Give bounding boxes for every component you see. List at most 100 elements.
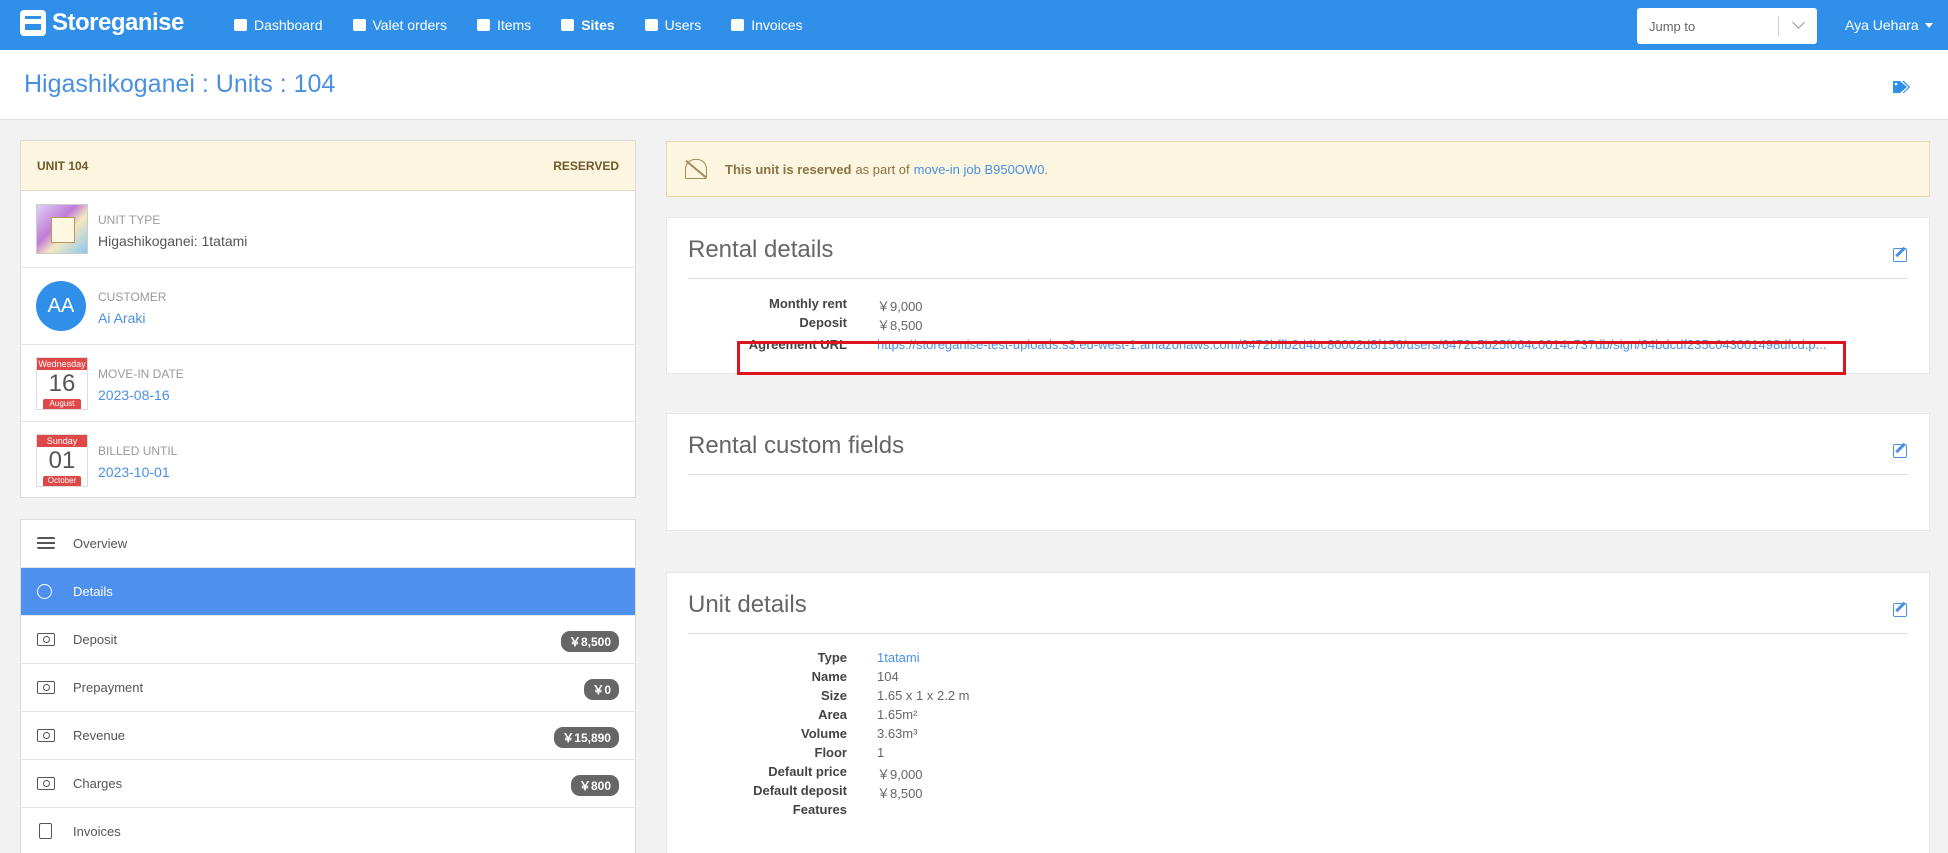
unit-header: UNIT 104 RESERVED — [21, 141, 635, 191]
detail-key: Floor — [814, 745, 848, 760]
caret-down-icon — [1924, 22, 1933, 28]
move-in-job-link[interactable]: move-in job B950OW0 — [914, 162, 1045, 177]
amount-badge: ￥8,500 — [560, 631, 619, 652]
brand-logo[interactable]: Storeganise — [20, 9, 184, 37]
calendar-month: October — [43, 476, 81, 486]
detail-key: Deposit — [799, 315, 847, 330]
detail-row: Deposit ￥8,500 — [667, 315, 1867, 334]
menu-item-label: Charges — [73, 776, 123, 791]
unit-summary-card: UNIT 104 RESERVED UNIT TYPE Higashikogan… — [20, 140, 636, 498]
unit-label: UNIT 104 — [37, 158, 89, 173]
billed-until-date-link[interactable]: 2023-10-01 — [98, 464, 170, 480]
menu-item-prepayment[interactable]: Prepayment ￥0 — [21, 664, 635, 712]
divider — [688, 633, 1908, 634]
alert-end: . — [1044, 161, 1049, 177]
move-in-date-link[interactable]: 2023-08-16 — [98, 387, 170, 403]
detail-row: Area 1.65m² — [667, 707, 1867, 726]
calendar-day: 16 — [48, 370, 76, 397]
unit-details-title: Unit details — [688, 591, 807, 618]
detail-row: Volume 3.63m³ — [667, 726, 1867, 745]
menu-item-revenue[interactable]: Revenue ￥15,890 — [21, 712, 635, 760]
customer-row: AA CUSTOMER Ai Araki — [21, 268, 635, 345]
divider — [688, 278, 1908, 279]
menu-item-label: Deposit — [73, 632, 118, 647]
tags-icon[interactable] — [1892, 80, 1910, 94]
building-icon — [561, 19, 575, 31]
user-name: Aya Uehara — [1845, 17, 1919, 33]
nav-valet-orders[interactable]: Valet orders — [352, 17, 447, 33]
cash-icon — [37, 633, 55, 646]
menu-item-details[interactable]: Details — [21, 568, 635, 616]
detail-row: Floor 1 — [667, 745, 1867, 764]
nav-sites[interactable]: Sites — [561, 17, 615, 33]
reserved-alert: This unit is reserved as part of move-in… — [666, 141, 1930, 197]
divider — [688, 474, 1908, 475]
menu-item-invoices[interactable]: Invoices — [21, 808, 635, 853]
rental-custom-fields-panel: Rental custom fields — [666, 413, 1930, 531]
rental-custom-fields-title: Rental custom fields — [688, 432, 905, 459]
chevron-down-icon[interactable] — [1792, 16, 1805, 29]
user-menu[interactable]: Aya Uehara — [1845, 0, 1933, 50]
edit-icon[interactable] — [1893, 603, 1907, 617]
nav-sites-label: Sites — [581, 17, 615, 33]
menu-item-label: Invoices — [73, 824, 121, 839]
detail-row: Name 104 — [667, 669, 1867, 688]
nav-users-label: Users — [664, 17, 702, 33]
calendar-month: August — [43, 399, 81, 409]
detail-row: Default deposit ￥8,500 — [667, 783, 1867, 802]
jump-to-placeholder: Jump to — [1649, 18, 1696, 34]
detail-row: Type 1tatami — [667, 650, 1867, 669]
detail-value: ￥9,000 — [877, 299, 923, 314]
detail-value: 1 — [877, 745, 885, 760]
calendar-day: 01 — [48, 447, 76, 474]
nav-items[interactable]: Items — [476, 17, 531, 33]
unit-type-label: UNIT TYPE — [98, 213, 161, 227]
detail-key: Default price — [768, 764, 847, 779]
move-in-row: Wednesday 16 August MOVE-IN DATE 2023-08… — [21, 345, 635, 422]
detail-row: Monthly rent ￥9,000 — [667, 296, 1867, 315]
calendar-icon: Wednesday 16 August — [36, 357, 88, 410]
alert-text: as part of — [855, 161, 910, 177]
move-in-label: MOVE-IN DATE — [98, 367, 184, 381]
nav-users[interactable]: Users — [644, 17, 702, 33]
truck-icon — [352, 19, 366, 31]
status-badge: RESERVED — [553, 158, 619, 173]
box-icon — [476, 19, 490, 31]
nav-invoices[interactable]: Invoices — [731, 17, 803, 33]
jump-to-select[interactable]: Jump to — [1637, 8, 1817, 44]
checklist-icon — [37, 537, 55, 549]
detail-value: ￥8,500 — [877, 786, 923, 801]
detail-value: ￥8,500 — [877, 318, 923, 333]
rental-details-panel: Rental details Monthly rent ￥9,000 Depos… — [666, 217, 1930, 375]
nav-valet-orders-label: Valet orders — [372, 17, 447, 33]
menu-item-overview[interactable]: Overview — [21, 520, 635, 568]
unit-details-list: Type 1tatami Name 104 Size 1.65 x 1 x 2.2 m… — [667, 650, 1867, 821]
detail-row: Size 1.65 x 1 x 2.2 m — [667, 688, 1867, 707]
edit-icon[interactable] — [1893, 444, 1907, 458]
menu-item-deposit[interactable]: Deposit ￥8,500 — [21, 616, 635, 664]
unit-type-thumbnail — [36, 204, 88, 254]
unit-details-panel: Unit details Type 1tatami Name 104 Size 1.6… — [666, 572, 1930, 853]
calendar-weekday: Wednesday — [37, 358, 87, 370]
detail-key: Area — [818, 707, 847, 722]
storeganise-logo-icon — [20, 10, 46, 36]
unit-type-link[interactable]: 1tatami — [877, 650, 920, 665]
rental-details-title: Rental details — [688, 236, 834, 263]
detail-value: 104 — [877, 669, 899, 684]
menu-item-charges[interactable]: Charges ￥800 — [21, 760, 635, 808]
invoice-icon — [39, 823, 52, 839]
cash-icon — [37, 777, 55, 790]
calendar-icon: Sunday 01 October — [36, 434, 88, 487]
main-nav: Dashboard Valet orders Items Sites Users… — [234, 0, 803, 50]
nav-dashboard[interactable]: Dashboard — [234, 17, 323, 33]
amount-badge: ￥15,890 — [554, 727, 619, 748]
avatar: AA — [36, 281, 86, 331]
billed-until-label: BILLED UNTIL — [98, 444, 178, 458]
detail-key: Default deposit — [753, 783, 847, 798]
edit-icon[interactable] — [1893, 248, 1907, 262]
menu-item-label: Prepayment — [73, 680, 144, 695]
page-title: Higashikoganei : Units : 104 — [24, 70, 336, 98]
customer-link[interactable]: Ai Araki — [98, 310, 145, 326]
cash-icon — [37, 681, 55, 694]
detail-value: 1.65m² — [877, 707, 918, 722]
